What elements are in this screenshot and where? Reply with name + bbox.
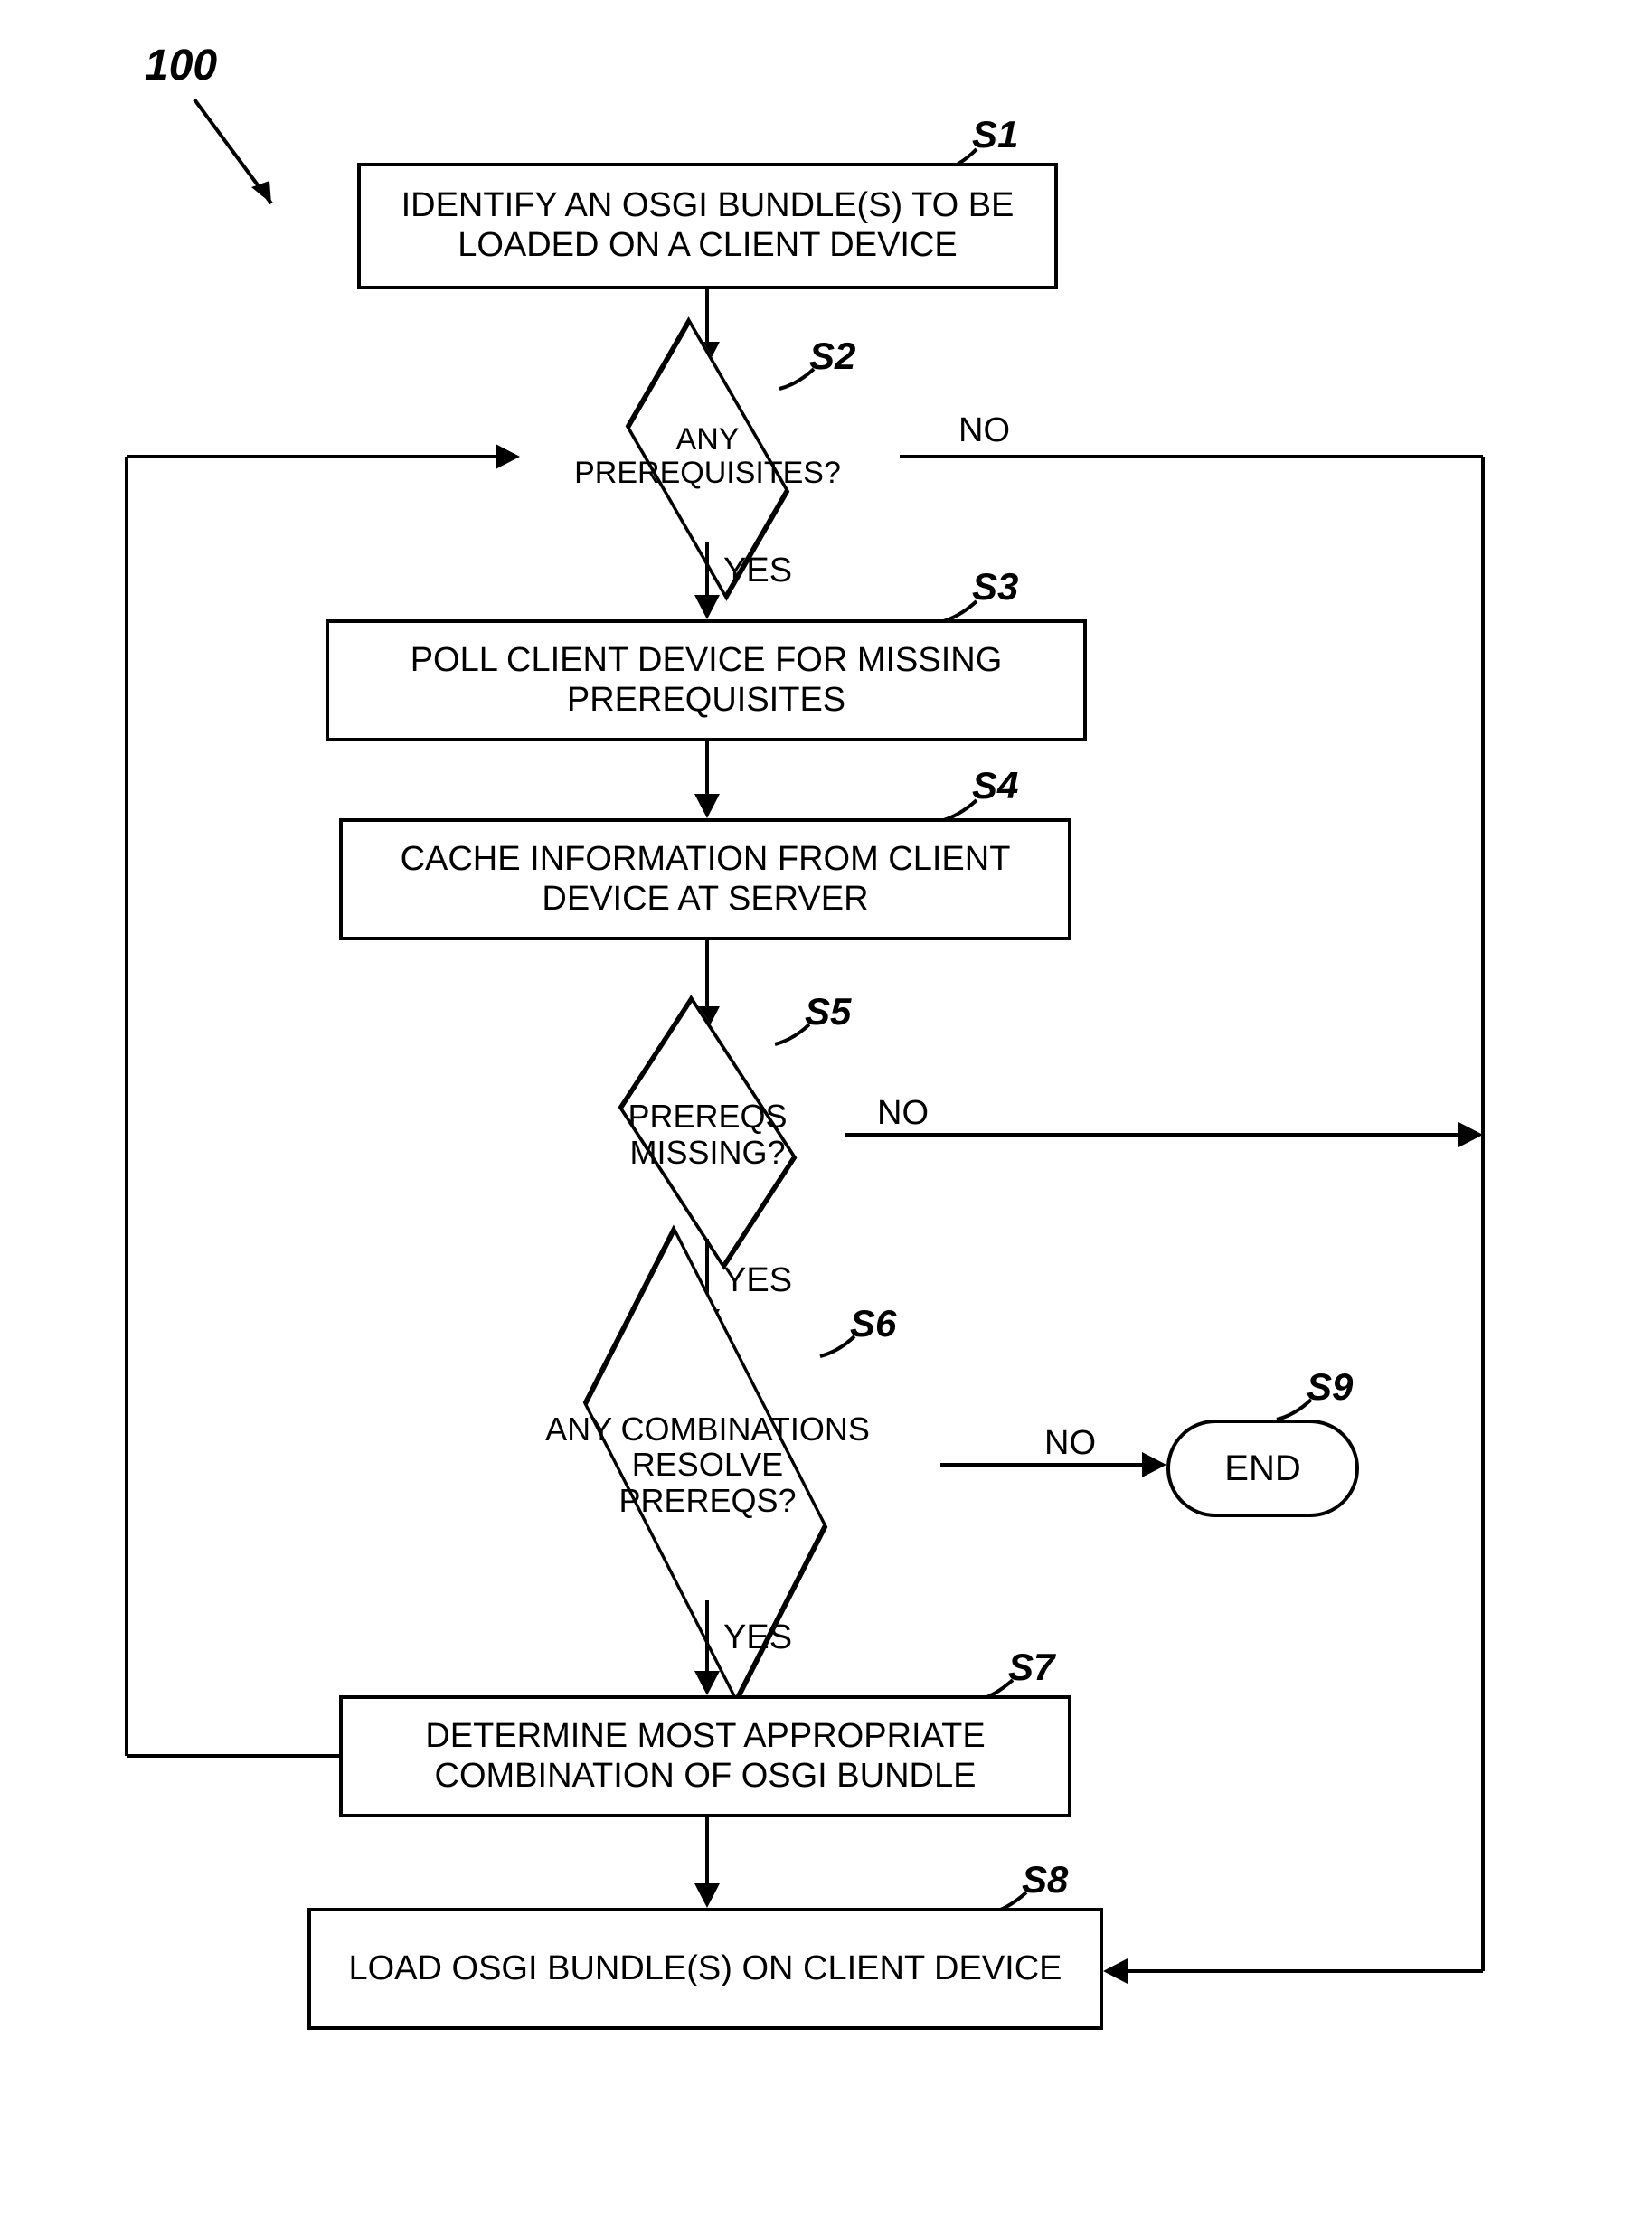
edge-s2-no: NO xyxy=(958,411,1010,450)
edge-s2-yes: YES xyxy=(723,552,792,590)
step-s1-text: IDENTIFY AN OSGI BUNDLE(S) TO BE LOADED … xyxy=(379,186,1036,265)
step-s8-box: LOAD OSGI BUNDLE(S) ON CLIENT DEVICE xyxy=(307,1908,1103,2030)
step-s3-box: POLL CLIENT DEVICE FOR MISSING PREREQUIS… xyxy=(326,619,1087,741)
step-s5-diamond: PREREQS MISSING? xyxy=(570,1031,845,1239)
edge-s6-no: NO xyxy=(1044,1424,1096,1463)
step-s7-box: DETERMINE MOST APPROPRIATE COMBINATION O… xyxy=(339,1695,1071,1817)
step-label-s3: S3 xyxy=(972,565,1018,609)
step-s4-box: CACHE INFORMATION FROM CLIENT DEVICE AT … xyxy=(339,818,1071,940)
step-s1-box: IDENTIFY AN OSGI BUNDLE(S) TO BE LOADED … xyxy=(357,163,1058,289)
flowchart-canvas: 100 S1 IDENTIFY AN OSGI BUNDLE(S) TO BE … xyxy=(0,0,1652,2236)
edge-s5-yes: YES xyxy=(723,1261,792,1300)
step-s7-text: DETERMINE MOST APPROPRIATE COMBINATION O… xyxy=(361,1717,1050,1796)
step-s2-diamond: ANY PREREQUISITES? xyxy=(579,371,836,542)
step-label-s7: S7 xyxy=(1008,1646,1054,1689)
edge-s6-yes: YES xyxy=(723,1618,792,1657)
step-s9-terminator: END xyxy=(1166,1420,1359,1517)
step-s4-text: CACHE INFORMATION FROM CLIENT DEVICE AT … xyxy=(361,840,1050,919)
step-label-s8: S8 xyxy=(1022,1858,1068,1901)
step-s5-text: PREREQS MISSING? xyxy=(579,1099,836,1170)
step-s3-text: POLL CLIENT DEVICE FOR MISSING PREREQUIS… xyxy=(347,641,1065,720)
step-label-s9: S9 xyxy=(1307,1365,1353,1409)
step-s8-text: LOAD OSGI BUNDLE(S) ON CLIENT DEVICE xyxy=(348,1949,1062,1989)
step-s2-text: ANY PREREQUISITES? xyxy=(574,423,841,491)
step-label-s5: S5 xyxy=(805,990,851,1033)
step-s9-text: END xyxy=(1224,1448,1300,1489)
edge-s5-no: NO xyxy=(877,1094,929,1133)
step-s6-text: ANY COMBINATIONS RESOLVE PREREQS? xyxy=(543,1411,873,1519)
figure-number-label: 100 xyxy=(145,41,217,90)
step-label-s4: S4 xyxy=(972,764,1018,807)
step-s6-diamond: ANY COMBINATIONS RESOLVE PREREQS? xyxy=(479,1329,936,1600)
step-label-s1: S1 xyxy=(972,113,1018,156)
